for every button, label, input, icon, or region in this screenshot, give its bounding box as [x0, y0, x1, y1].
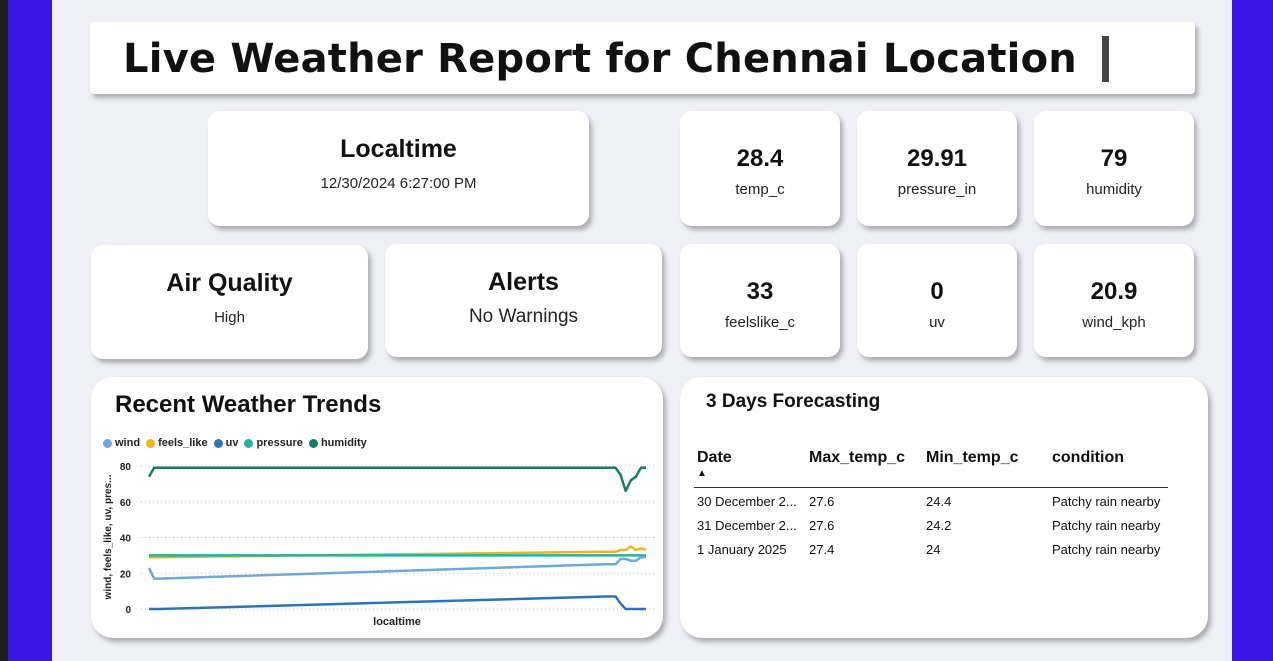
kpi-card-pressure-in: 29.91 pressure_in [857, 111, 1017, 226]
localtime-card: Localtime 12/30/2024 6:27:00 PM [208, 111, 589, 226]
kpi-label: humidity [1086, 181, 1142, 198]
cell-min-temp: 24.4 [926, 493, 952, 509]
page-title: Live Weather Report for Chennai Location [123, 36, 1077, 82]
right-border [1232, 0, 1273, 661]
series-line-uv[interactable] [149, 595, 646, 611]
kpi-label: feelslike_c [724, 314, 796, 331]
air-quality-value: High [214, 309, 245, 326]
kpi-value: 0 [930, 278, 944, 305]
alerts-label: Alerts [488, 268, 559, 296]
air-quality-card: Air Quality High [91, 245, 368, 359]
y-axis-title: wind, feels_like, uv, pres... [103, 474, 114, 600]
table-row[interactable]: 1 January 2025 27.4 24 Patchy rain nearb… [694, 536, 1168, 560]
y-tick-label: 80 [120, 462, 132, 473]
forecast-table: Date ▲ Max_temp_c Min_temp_c condition 3… [694, 449, 1168, 560]
window-edge [0, 0, 8, 661]
kpi-card-wind-kph: 20.9 wind_kph [1034, 244, 1194, 357]
kpi-card-humidity: 79 humidity [1034, 111, 1194, 226]
forecast-title: 3 Days Forecasting [706, 391, 881, 412]
cell-condition: Patchy rain nearby [1052, 493, 1161, 509]
cell-date: 31 December 2... [697, 517, 797, 533]
cell-condition: Patchy rain nearby [1052, 517, 1161, 533]
column-header-date[interactable]: Date ▲ [694, 449, 806, 488]
series-line-humidity[interactable] [147, 466, 646, 493]
kpi-value: 20.9 [1090, 278, 1138, 305]
column-header-condition[interactable]: condition [1049, 449, 1168, 488]
forecast-card: 3 Days Forecasting Date ▲ Max_temp_c Min… [680, 377, 1208, 638]
kpi-label: uv [929, 314, 945, 331]
sort-ascending-icon[interactable]: ▲ [697, 469, 804, 479]
left-border [8, 0, 52, 661]
kpi-card-feelslike-c: 33 feelslike_c [680, 244, 840, 357]
kpi-value: 79 [1100, 145, 1128, 172]
kpi-label: temp_c [735, 181, 785, 198]
table-row[interactable]: 31 December 2... 27.6 24.2 Patchy rain n… [694, 512, 1168, 536]
alerts-value: No Warnings [468, 306, 579, 327]
column-header-label: Max_temp_c [809, 449, 906, 466]
cell-min-temp: 24.2 [926, 517, 952, 533]
y-tick-label: 20 [120, 569, 132, 580]
cell-max-temp: 27.6 [809, 517, 835, 533]
y-tick-label: 0 [125, 605, 131, 616]
column-header-label: condition [1052, 449, 1124, 466]
kpi-value: 29.91 [906, 145, 968, 172]
column-header-label: Min_temp_c [926, 449, 1019, 466]
kpi-label: pressure_in [897, 181, 977, 198]
kpi-value: 33 [746, 278, 774, 305]
cell-date: 30 December 2... [697, 493, 797, 509]
localtime-value: 12/30/2024 6:27:00 PM [320, 175, 477, 192]
kpi-label: wind_kph [1082, 314, 1146, 331]
air-quality-label: Air Quality [166, 269, 293, 297]
text-cursor [1102, 36, 1109, 82]
kpi-value: 28.4 [736, 145, 784, 172]
localtime-label: Localtime [340, 135, 457, 163]
cell-max-temp: 27.6 [809, 493, 835, 509]
cell-condition: Patchy rain nearby [1052, 541, 1161, 557]
x-axis-title: localtime [373, 616, 421, 628]
column-header-min-temp[interactable]: Min_temp_c [923, 449, 1049, 488]
trends-chart[interactable]: wind, feels_like, uv, pres... localtime … [91, 377, 663, 638]
column-header-label: Date [697, 449, 732, 466]
title-card: Live Weather Report for Chennai Location [90, 22, 1195, 94]
cell-max-temp: 27.4 [809, 541, 835, 557]
cell-date: 1 January 2025 [697, 541, 787, 557]
table-row[interactable]: 30 December 2... 27.6 24.4 Patchy rain n… [694, 488, 1168, 513]
series-line-wind[interactable] [147, 555, 646, 580]
table-header-row: Date ▲ Max_temp_c Min_temp_c condition [694, 449, 1168, 488]
trends-card: Recent Weather Trends wind feels_like uv… [91, 377, 663, 638]
kpi-card-temp-c: 28.4 temp_c [680, 111, 840, 226]
alerts-card: Alerts No Warnings [385, 244, 662, 357]
cell-min-temp: 24 [926, 541, 941, 557]
y-tick-label: 60 [120, 498, 132, 509]
kpi-card-uv: 0 uv [857, 244, 1017, 357]
y-tick-label: 40 [120, 534, 132, 545]
column-header-max-temp[interactable]: Max_temp_c [806, 449, 923, 488]
